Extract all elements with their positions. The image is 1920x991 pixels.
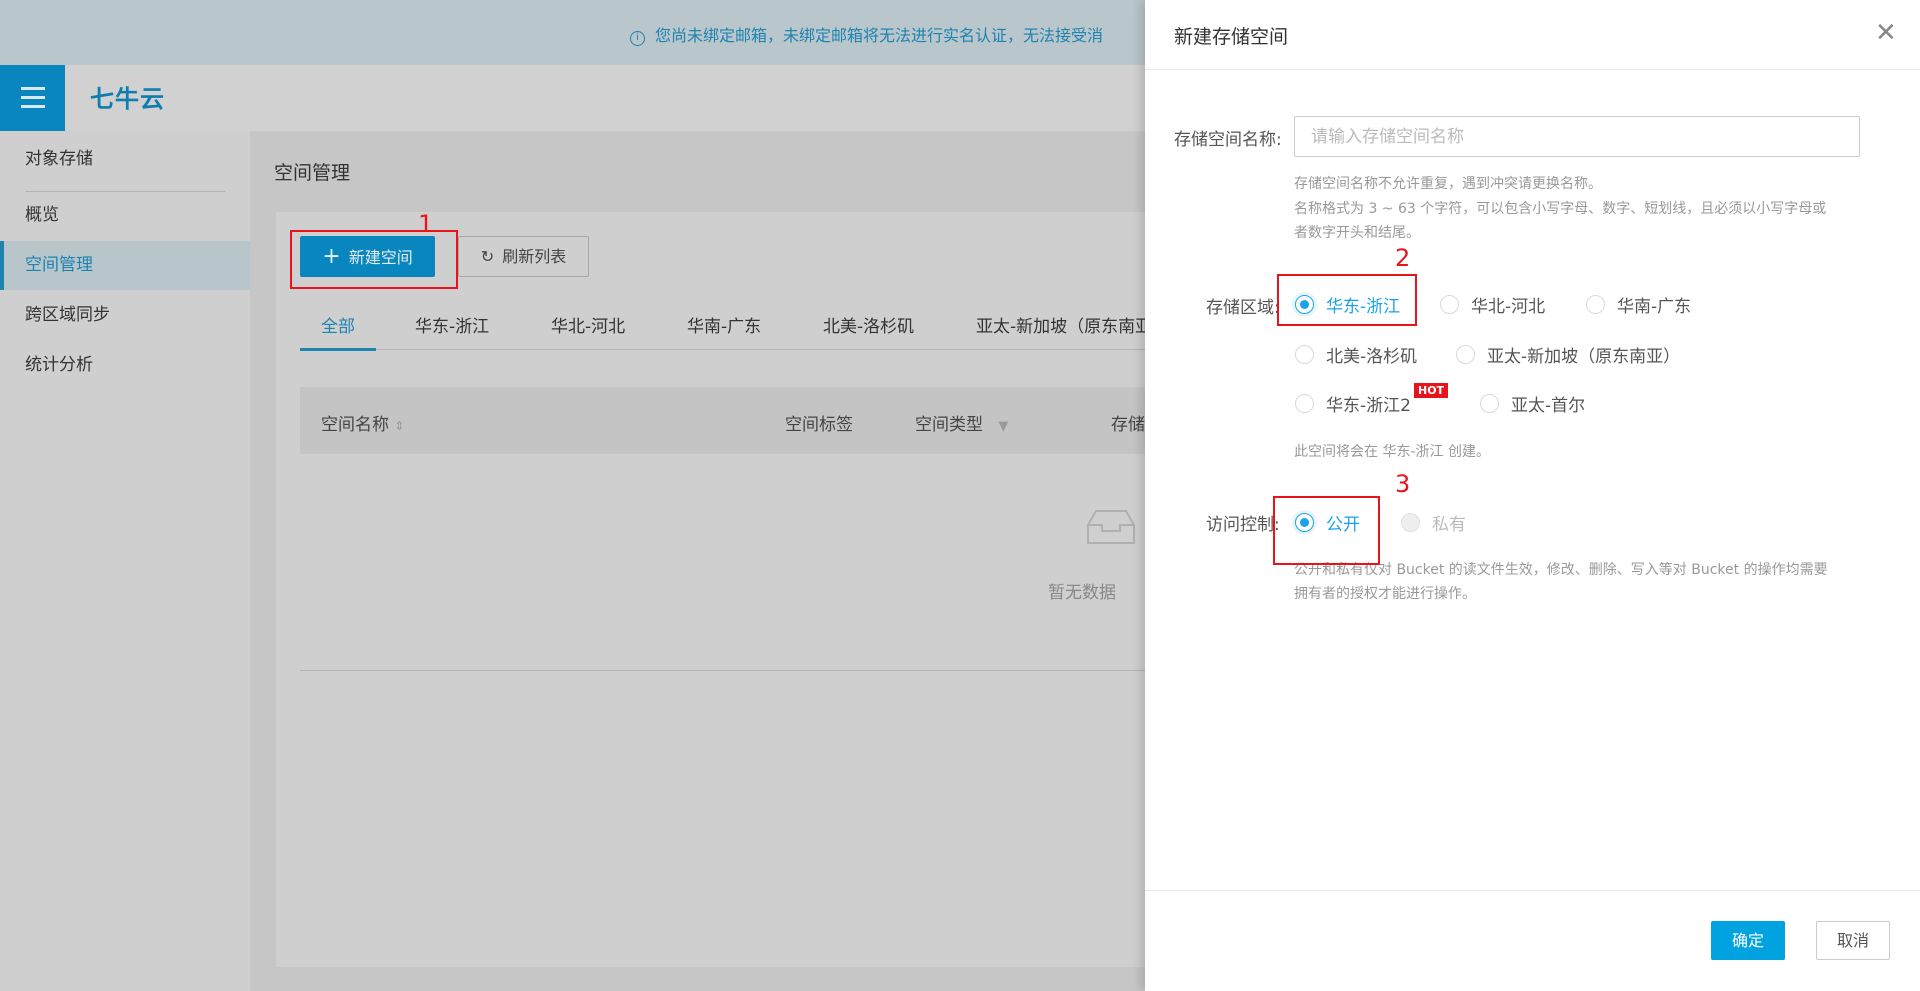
new-bucket-drawer: 新建存储空间 ✕ 存储空间名称: 存储空间名称不允许重复，遇到冲突请更换名称。 … <box>1145 0 1920 991</box>
active-tab-indicator <box>300 348 376 351</box>
sidebar-item-statistics[interactable]: 统计分析 <box>0 341 250 390</box>
page-title: 空间管理 <box>274 162 351 184</box>
radio-icon <box>1295 394 1314 413</box>
empty-inbox-icon <box>1087 510 1135 544</box>
tab-east-zhejiang[interactable]: 华东-浙江 <box>415 312 489 337</box>
radio-icon <box>1586 295 1605 314</box>
annotation-label-3: 3 <box>1395 470 1411 498</box>
access-control-label: 访问控制: <box>1206 515 1280 535</box>
bucket-name-input[interactable] <box>1294 116 1860 157</box>
tab-north-hebei[interactable]: 华北-河北 <box>551 312 625 337</box>
name-help-3: 者数字开头和结尾。 <box>1294 225 1420 241</box>
region-radio-east-zhejiang-2[interactable]: 华东-浙江2 <box>1295 391 1411 416</box>
hot-badge: HOT <box>1414 383 1449 398</box>
column-header-storage: 存储 <box>1111 415 1145 435</box>
region-radio-ap-seoul[interactable]: 亚太-首尔 <box>1480 391 1585 416</box>
table-header: 空间名称 ⇕ 空间标签 空间类型 ▼ 存储 <box>300 387 1176 454</box>
bucket-name-label: 存储空间名称: <box>1174 130 1282 150</box>
column-header-tags: 空间标签 <box>785 415 853 435</box>
drawer-footer-divider <box>1145 890 1920 891</box>
annotation-box-2 <box>1277 274 1417 326</box>
close-icon[interactable]: ✕ <box>1875 18 1897 48</box>
radio-icon <box>1440 295 1459 314</box>
tab-na-los-angeles[interactable]: 北美-洛杉矶 <box>823 312 914 337</box>
region-radio-ap-singapore[interactable]: 亚太-新加坡（原东南亚） <box>1456 342 1680 367</box>
radio-icon <box>1295 345 1314 364</box>
sidebar-item-cross-region-sync[interactable]: 跨区域同步 <box>0 291 250 340</box>
empty-text: 暂无数据 <box>1048 583 1116 603</box>
hamburger-menu-button[interactable] <box>0 65 65 131</box>
refresh-icon: ↻ <box>480 247 495 266</box>
radio-icon <box>1401 513 1420 532</box>
column-header-name[interactable]: 空间名称 ⇕ <box>321 410 404 435</box>
divider <box>300 670 1145 671</box>
region-radio-na-los-angeles[interactable]: 北美-洛杉矶 <box>1295 342 1417 367</box>
annotation-box-3 <box>1273 496 1380 565</box>
sidebar-item-space-management[interactable]: 空间管理 <box>0 241 250 290</box>
region-radio-north-hebei[interactable]: 华北-河北 <box>1440 292 1545 317</box>
name-help-1: 存储空间名称不允许重复，遇到冲突请更换名称。 <box>1294 176 1602 192</box>
drawer-title: 新建存储空间 <box>1174 26 1289 48</box>
banner-text: 您尚未绑定邮箱，未绑定邮箱将无法进行实名认证，无法接受消 <box>655 26 1104 45</box>
tab-bar-line <box>300 349 1176 350</box>
space-list-card: + 新建空间 ↻ 刷新列表 全部 华东-浙江 华北-河北 华南-广东 北美-洛杉矶 … <box>276 212 1176 967</box>
tab-all[interactable]: 全部 <box>321 312 355 337</box>
radio-icon <box>1480 394 1499 413</box>
region-label: 存储区域: <box>1206 298 1280 318</box>
drawer-header: 新建存储空间 ✕ <box>1145 0 1920 70</box>
tab-ap-singapore[interactable]: 亚太-新加坡（原东南亚 <box>976 312 1152 337</box>
cancel-button[interactable]: 取消 <box>1816 921 1890 960</box>
annotation-box-1 <box>290 230 458 289</box>
info-icon: i <box>630 31 645 46</box>
sidebar-section-title: 对象存储 <box>25 149 93 169</box>
refresh-list-button[interactable]: ↻ 刷新列表 <box>458 236 589 277</box>
sidebar: 对象存储 概览 空间管理 跨区域同步 统计分析 <box>0 131 250 991</box>
region-note: 此空间将会在 华东-浙江 创建。 <box>1294 444 1490 460</box>
access-radio-private[interactable]: 私有 <box>1401 510 1466 535</box>
annotation-label-1: 1 <box>418 210 434 238</box>
radio-icon <box>1456 345 1475 364</box>
logo[interactable]: 七牛云 <box>90 79 165 114</box>
column-header-type[interactable]: 空间类型 ▼ <box>915 410 1008 435</box>
region-radio-south-guangdong[interactable]: 华南-广东 <box>1586 292 1691 317</box>
sidebar-item-overview[interactable]: 概览 <box>0 191 250 240</box>
name-help-2: 名称格式为 3 ~ 63 个字符，可以包含小写字母、数字、短划线，且必须以小写字… <box>1294 201 1827 217</box>
annotation-label-2: 2 <box>1395 244 1411 272</box>
access-help-2: 拥有者的授权才能进行操作。 <box>1294 586 1476 602</box>
tab-south-guangdong[interactable]: 华南-广东 <box>687 312 761 337</box>
confirm-button[interactable]: 确定 <box>1711 921 1785 960</box>
filter-icon[interactable]: ▼ <box>998 419 1008 434</box>
sort-icon[interactable]: ⇕ <box>394 419 404 433</box>
